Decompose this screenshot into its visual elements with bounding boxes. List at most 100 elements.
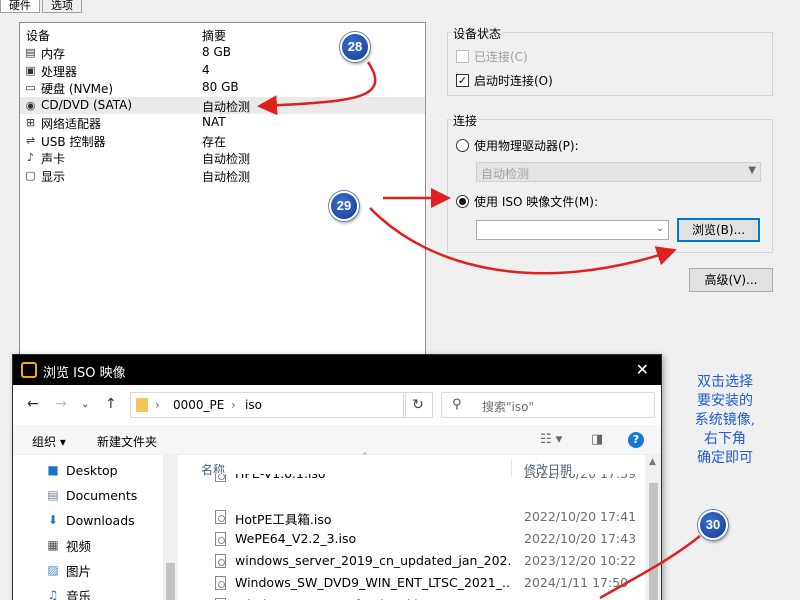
nav-item-desktop[interactable]: ■ Desktop [46, 459, 118, 481]
breadcrumb-0000-pe[interactable]: 0000_PE [173, 398, 224, 412]
tab-options[interactable]: 选项 [42, 0, 82, 13]
note-line: 要安装的 [697, 393, 753, 409]
breadcrumb-separator: › [155, 398, 160, 412]
step-marker-29: 29 [329, 191, 359, 221]
browse-iso-dialog: 浏览 ISO 映像 ✕ ← → ⌄ ↑ › 0000_PE › iso ⌄ ↻ … [12, 354, 662, 600]
forward-arrow-icon[interactable]: → [55, 396, 67, 412]
nav-item-label: Downloads [66, 512, 135, 528]
physical-drive-select[interactable]: 自动检测 ▼ [476, 162, 761, 182]
file-list-scrollbar[interactable]: ▲ [645, 455, 661, 600]
physical-drive-radio[interactable] [456, 138, 469, 152]
tab-hardware[interactable]: 硬件 [0, 0, 40, 13]
device-name: 网络适配器 [41, 117, 102, 131]
file-row[interactable]: HotPE工具箱.iso 2022/10/20 17:41 [183, 506, 643, 528]
advanced-button[interactable]: 高级(V)... [689, 268, 773, 292]
nav-item-label: Desktop [66, 462, 118, 478]
device-name: 处理器 [41, 64, 78, 79]
close-icon[interactable]: ✕ [636, 360, 649, 379]
note-line: 确定即可 [697, 450, 753, 466]
nav-item-音乐[interactable]: ♫ 音乐 [46, 584, 91, 600]
dialog-titlebar: 浏览 ISO 映像 ✕ [13, 355, 661, 385]
device-row[interactable]: ⊞ 网络适配器 NAT [20, 114, 425, 131]
nav-item-downloads[interactable]: ⬇ Downloads [46, 509, 135, 531]
refresh-icon[interactable]: ↻ [403, 392, 433, 418]
navigation-pane: ■ Desktop ▤ Documents ⬇ Downloads ▦ 视频 ▨ 图片 ♫ 音乐 [13, 455, 183, 600]
nav-item-图片[interactable]: ▨ 图片 [46, 559, 91, 581]
breadcrumb-iso[interactable]: iso [245, 398, 262, 412]
new-folder-button[interactable]: 新建文件夹 [97, 433, 157, 450]
disk-icon: ▭ [25, 81, 36, 94]
device-summary: 8 GB [202, 45, 231, 59]
device-row[interactable]: ♪ 声卡 自动检测 [20, 149, 425, 166]
vmware-app-icon [21, 362, 37, 378]
device-name: 内存 [41, 47, 66, 61]
device-summary: 自动检测 [202, 99, 251, 114]
connect-on-power-row[interactable]: ✓ 启动时连接(O) [456, 71, 553, 89]
recent-locations-chevron-icon[interactable]: ⌄ [81, 399, 89, 410]
help-icon[interactable]: ? [628, 432, 644, 448]
file-row[interactable]: windows_server_2019_cn_updated_jan_202..… [183, 550, 643, 572]
file-row[interactable]: Windows_SW_DVD9_WIN_ENT_LTSC_2021_... 202… [183, 572, 643, 594]
iso-file-label: 使用 ISO 映像文件(M): [474, 194, 598, 209]
iso-file-icon [215, 532, 226, 546]
memory-icon: ▤ [25, 46, 36, 59]
folder-icon [136, 398, 148, 412]
cd-dvd-icon: ◉ [25, 98, 36, 112]
back-arrow-icon[interactable]: ← [27, 396, 39, 412]
up-arrow-icon[interactable]: ↑ [105, 396, 117, 412]
file-name: Windows_SW_DVD9_WIN_ENT_LTSC_2021_... [235, 575, 510, 590]
device-row[interactable]: ◉ CD/DVD (SATA) 自动检测 [20, 96, 425, 114]
file-name: HPE-V1.0.1.iso [235, 474, 510, 481]
file-row[interactable]: HPE-V1.0.1.iso 2022/10/20 17:39 [183, 474, 643, 486]
device-summary: 自动检测 [202, 169, 251, 184]
device-summary: 80 GB [202, 80, 239, 94]
connected-checkbox-row[interactable]: 已连接(C) [456, 47, 528, 65]
nav-item-label: 图片 [66, 563, 92, 579]
physical-drive-row[interactable]: 使用物理驱动器(P): [456, 136, 579, 154]
connect-on-power-checkbox[interactable]: ✓ [456, 73, 469, 87]
scrollbar-thumb[interactable] [166, 563, 175, 600]
device-name: 声卡 [41, 152, 66, 166]
column-device: 设备 [26, 29, 51, 43]
file-date: 2022/10/20 17:39 [524, 474, 636, 481]
organize-button[interactable]: 组织 ▾ [32, 433, 66, 450]
search-input[interactable]: ⚲ 搜索"iso" [441, 392, 655, 418]
display-icon: ▢ [25, 168, 36, 182]
file-date: 2024/1/11 17:50 [524, 575, 629, 590]
preview-pane-icon[interactable]: ◨ [591, 432, 603, 447]
connect-on-power-label: 启动时连接(O) [474, 73, 553, 88]
address-bar[interactable]: › 0000_PE › iso ⌄ [130, 392, 502, 418]
desktop-icon: ■ [47, 463, 59, 477]
file-name: WePE64_V2.2_3.iso [235, 531, 357, 546]
file-row[interactable]: Windows7_x64_professional.iso2023/5/8 12… [183, 594, 643, 600]
scrollbar-thumb[interactable] [649, 483, 658, 600]
dialog-title: 浏览 ISO 映像 [43, 366, 126, 381]
step-marker-30: 30 [698, 510, 728, 540]
column-summary: 摘要 [202, 29, 227, 43]
scroll-up-icon[interactable]: ▲ [649, 457, 656, 467]
iso-file-row[interactable]: 使用 ISO 映像文件(M): [456, 192, 598, 210]
device-row[interactable]: ▭ 硬盘 (NVMe) 80 GB [20, 79, 425, 96]
nav-item-视频[interactable]: ▦ 视频 [46, 534, 91, 556]
iso-file-radio[interactable] [456, 194, 469, 208]
nav-item-documents[interactable]: ▤ Documents [46, 484, 137, 506]
device-row[interactable]: ⇌ USB 控制器 存在 [20, 132, 425, 149]
file-date: 2023/12/20 10:22 [524, 553, 637, 568]
view-options-icon[interactable]: ☷ ▾ [540, 432, 562, 447]
browse-button[interactable]: 浏览(B)... [677, 218, 760, 242]
navigation-scrollbar[interactable] [163, 455, 178, 600]
sound-icon: ♪ [26, 151, 35, 164]
search-icon: ⚲ [452, 397, 462, 412]
music-icon: ♫ [47, 588, 59, 600]
device-row[interactable]: ▣ 处理器 4 [20, 62, 425, 79]
file-date: 2022/10/20 17:43 [524, 531, 637, 546]
device-row[interactable]: ▢ 显示 自动检测 [20, 167, 425, 184]
usb-icon: ⇌ [25, 133, 36, 147]
iso-path-combo[interactable]: ⌄ [476, 220, 669, 240]
file-row[interactable]: WePE64_V2.2_3.iso 2022/10/20 17:43 [183, 528, 643, 550]
step-marker-28: 28 [340, 32, 370, 62]
iso-file-icon [215, 474, 226, 482]
connected-checkbox[interactable] [456, 49, 469, 63]
connection-title: 连接 [451, 112, 480, 129]
chevron-down-icon[interactable]: ⌄ [656, 223, 664, 234]
